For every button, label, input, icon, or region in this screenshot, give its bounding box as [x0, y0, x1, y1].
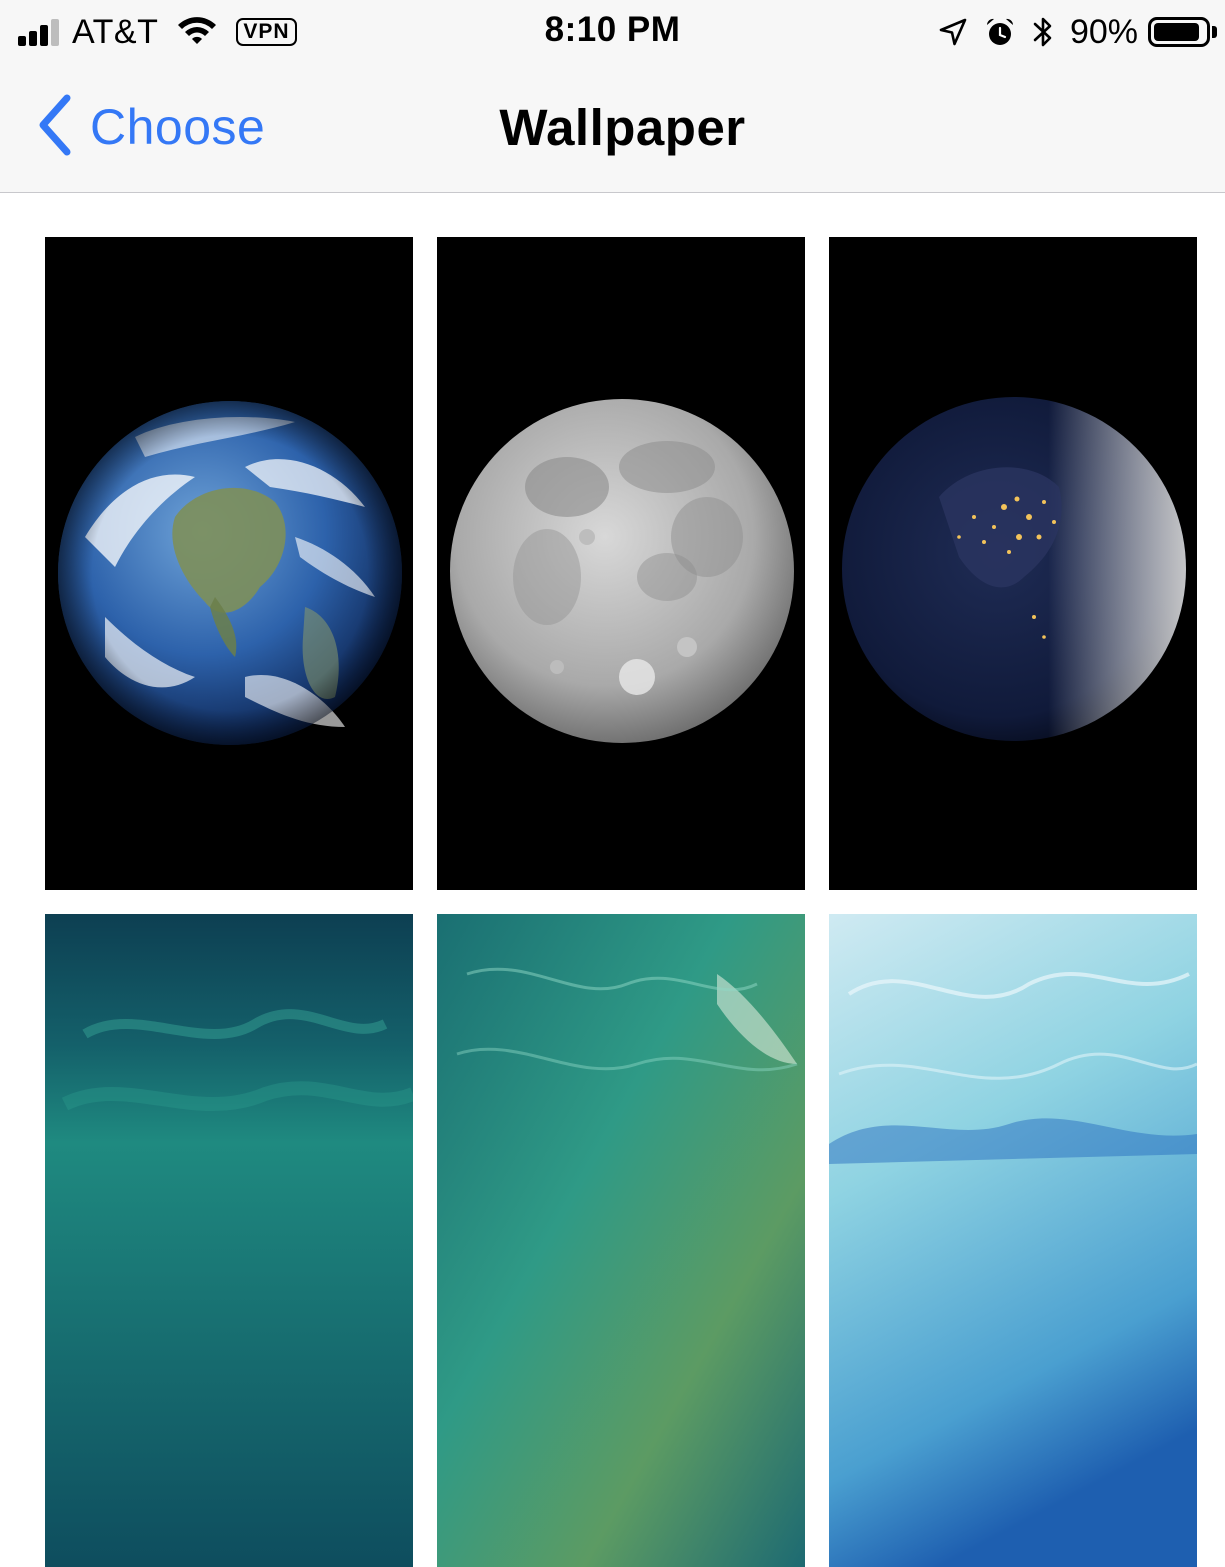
status-bar: AT&T VPN 8:10 PM 90% [0, 0, 1225, 62]
battery-icon [1148, 17, 1210, 47]
wifi-icon [176, 14, 218, 51]
wallpaper-thumb-ocean-green[interactable] [437, 914, 805, 1567]
wallpaper-thumb-ocean-teal[interactable] [45, 914, 413, 1567]
wallpaper-thumb-ocean-light-blue[interactable] [829, 914, 1197, 1567]
nav-bar: Choose Wallpaper [0, 62, 1225, 193]
bluetooth-icon [1032, 14, 1054, 50]
page-title: Wallpaper [499, 99, 746, 156]
battery-fill [1154, 23, 1199, 41]
vpn-badge: VPN [236, 18, 297, 46]
status-left: AT&T VPN [18, 12, 297, 52]
wallpaper-thumb-earth-night[interactable] [829, 237, 1197, 890]
wallpaper-thumb-moon[interactable] [437, 237, 805, 890]
location-arrow-icon [938, 17, 968, 47]
battery-tip [1212, 26, 1217, 38]
battery-percent: 90% [1069, 12, 1138, 51]
wallpaper-thumb-earth[interactable] [45, 237, 413, 890]
carrier-name: AT&T [72, 12, 159, 51]
status-right: 90% [938, 12, 1217, 52]
alarm-icon [984, 16, 1016, 48]
signal-icon [18, 18, 62, 46]
